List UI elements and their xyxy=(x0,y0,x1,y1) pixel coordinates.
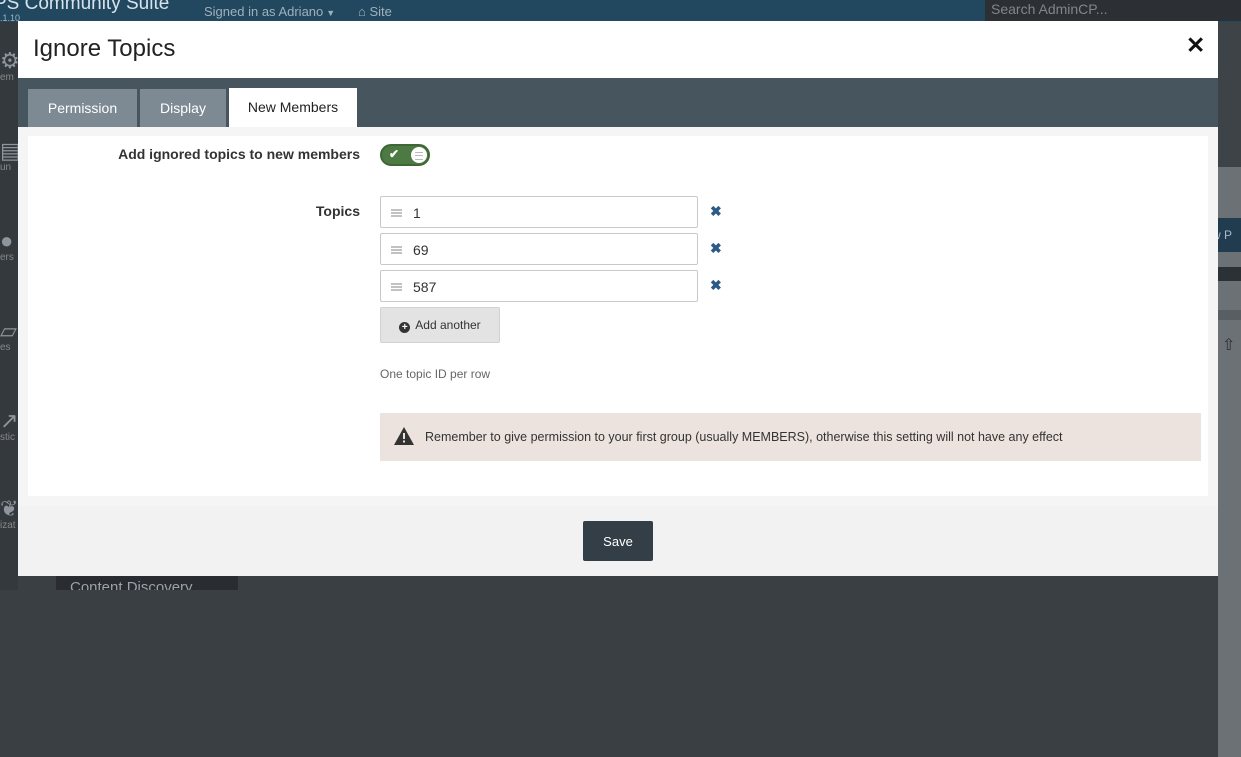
pages-icon: ▱ xyxy=(0,320,17,343)
admin-content-edge: w P ⇧ xyxy=(1218,22,1241,757)
sidebar-item-customization[interactable]: ❦ izat xyxy=(0,498,18,531)
admin-sidebar: ⚙ em ▤ un ● ers ▱ es ↗ stic ❦ izat xyxy=(0,22,18,590)
admin-search-input[interactable]: Search AdminCP... xyxy=(985,0,1241,21)
topic-row: 1 ✖ xyxy=(380,196,740,228)
document-icon: ▤ xyxy=(0,140,18,163)
tab-permission[interactable]: Permission xyxy=(28,89,137,127)
chart-up-icon: ↗ xyxy=(0,410,18,433)
modal-title: Ignore Topics xyxy=(33,35,176,62)
gear-icon: ⚙ xyxy=(0,50,18,73)
upload-icon[interactable]: ⇧ xyxy=(1222,335,1235,355)
content-panel xyxy=(1218,167,1241,757)
toggle-knob xyxy=(411,147,427,163)
new-item-button[interactable]: w P xyxy=(1218,218,1241,252)
user-icon: ● xyxy=(0,230,14,253)
warning-text: Remember to give permission to your firs… xyxy=(425,430,1063,444)
sidebar-item-label: stic xyxy=(0,432,15,443)
topic-value: 69 xyxy=(413,242,429,258)
form-panel: Add ignored topics to new members ✔ Topi… xyxy=(28,136,1208,496)
site-link[interactable]: ⌂ Site xyxy=(358,4,392,19)
brush-icon: ❦ xyxy=(0,498,18,521)
table-subheader-bar xyxy=(1218,310,1241,320)
modal-footer: Save xyxy=(18,506,1218,576)
remove-topic-icon[interactable]: ✖ xyxy=(710,240,722,257)
drag-handle-icon[interactable] xyxy=(391,283,402,291)
signed-in-menu[interactable]: Signed in as Adriano ▼ xyxy=(204,4,335,19)
topics-label: Topics xyxy=(315,203,360,219)
tab-new-members[interactable]: New Members xyxy=(229,88,357,127)
sidebar-item-label: ers xyxy=(0,252,14,263)
topic-value: 1 xyxy=(413,205,421,221)
sidebar-item-label: izat xyxy=(0,520,16,531)
drag-handle-icon[interactable] xyxy=(391,209,402,217)
admin-header: PS Community Suite .1.10 Signed in as Ad… xyxy=(0,0,1241,23)
topic-input[interactable]: 69 xyxy=(380,233,698,265)
plus-circle-icon: + xyxy=(399,322,411,333)
close-icon[interactable]: ✕ xyxy=(1186,33,1205,57)
save-button[interactable]: Save xyxy=(583,521,653,561)
topics-help-text: One topic ID per row xyxy=(380,367,491,381)
table-header-bar xyxy=(1218,267,1241,281)
tab-display[interactable]: Display xyxy=(140,89,226,127)
drag-handle-icon[interactable] xyxy=(391,246,402,254)
topic-row: 587 ✖ xyxy=(380,270,740,302)
ignore-topics-modal: Ignore Topics ✕ Permission Display New M… xyxy=(18,21,1218,576)
check-icon: ✔ xyxy=(389,147,400,161)
site-link-label: Site xyxy=(369,4,392,19)
bottom-nav-item[interactable]: Content Discovery xyxy=(56,575,238,590)
topic-row: 69 ✖ xyxy=(380,233,740,265)
home-icon: ⌂ xyxy=(358,4,366,19)
signed-in-label: Signed in as Adriano xyxy=(204,4,324,19)
add-another-button[interactable]: + Add another xyxy=(380,307,500,343)
sidebar-item-label: em xyxy=(0,72,14,83)
sidebar-item-community[interactable]: ▤ un xyxy=(0,140,18,173)
topic-input[interactable]: 1 xyxy=(380,196,698,228)
caret-down-icon: ▼ xyxy=(326,8,336,18)
modal-tabbar: Permission Display New Members xyxy=(18,78,1218,127)
sidebar-item-system[interactable]: ⚙ em xyxy=(0,50,18,83)
warning-message: Remember to give permission to your firs… xyxy=(380,413,1201,461)
warning-triangle-icon xyxy=(394,427,414,445)
sidebar-item-label: un xyxy=(0,162,12,173)
topic-input[interactable]: 587 xyxy=(380,270,698,302)
remove-topic-icon[interactable]: ✖ xyxy=(710,277,722,294)
modal-header: Ignore Topics ✕ xyxy=(18,21,1218,79)
add-ignored-topics-label: Add ignored topics to new members xyxy=(118,146,360,162)
remove-topic-icon[interactable]: ✖ xyxy=(710,203,722,220)
sidebar-item-label: es xyxy=(0,342,11,353)
admin-brand: PS Community Suite xyxy=(0,0,170,14)
topic-value: 587 xyxy=(413,279,437,295)
sidebar-item-stats[interactable]: ↗ stic xyxy=(0,410,18,443)
sidebar-item-pages[interactable]: ▱ es xyxy=(0,320,18,353)
add-another-label: Add another xyxy=(415,318,481,332)
add-ignored-topics-toggle[interactable]: ✔ xyxy=(380,144,430,166)
sidebar-item-members[interactable]: ● ers xyxy=(0,230,18,263)
